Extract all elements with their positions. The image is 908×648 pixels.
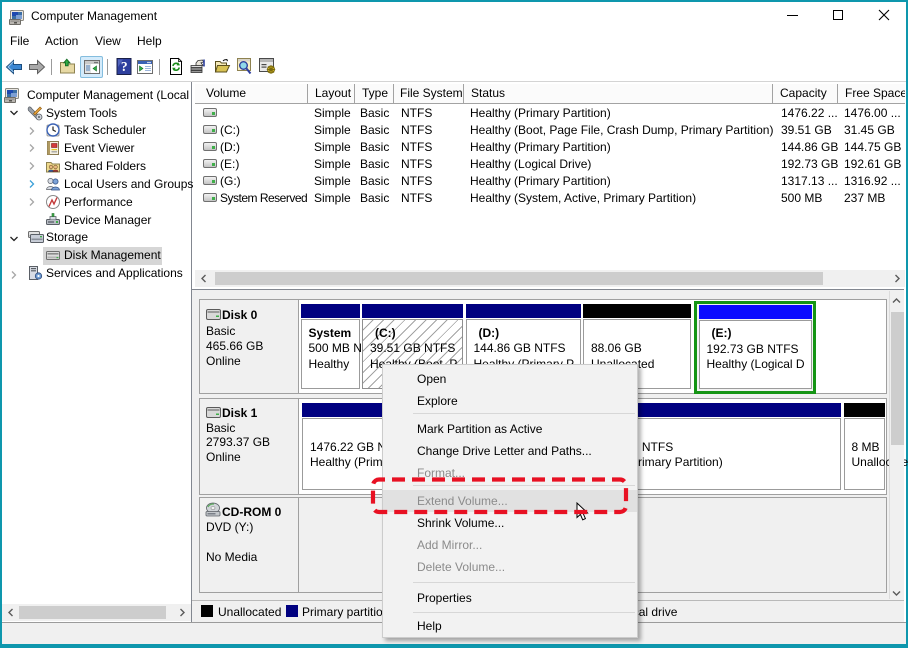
svg-text:?: ? xyxy=(121,59,128,74)
